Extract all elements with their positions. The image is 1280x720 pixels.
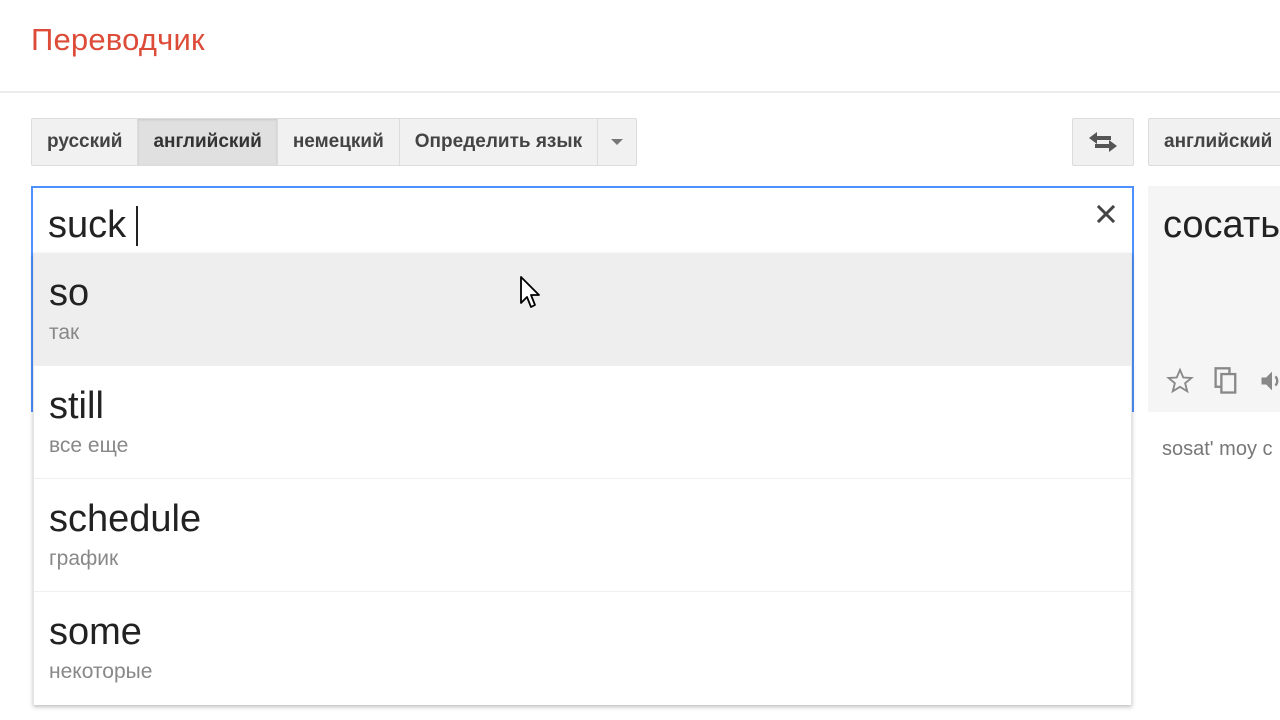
source-input[interactable]: suck [48, 204, 139, 247]
star-icon[interactable] [1166, 367, 1194, 395]
suggestion-item[interactable]: still все еще [34, 366, 1131, 479]
suggestion-translation: все еще [49, 434, 129, 457]
close-icon [1096, 204, 1116, 224]
suggestion-word: so [49, 272, 90, 314]
result-toolbar [1166, 366, 1280, 396]
transliteration-text: sosat' moy c [1162, 438, 1273, 460]
copy-icon[interactable] [1212, 366, 1240, 396]
suggestion-word: schedule [49, 498, 202, 540]
source-input-value: suck [48, 204, 127, 246]
swap-arrows-icon [1089, 132, 1117, 152]
lang-button-german[interactable]: немецкий [278, 119, 400, 165]
suggestion-translation: так [49, 321, 80, 344]
suggestion-word: still [49, 385, 104, 427]
translation-result-panel: сосать [1148, 186, 1280, 412]
target-lang-button-english[interactable]: английский [1149, 119, 1280, 165]
translation-result: сосать [1163, 204, 1280, 246]
header-divider [0, 91, 1280, 93]
suggestion-item[interactable]: some некоторые [34, 592, 1131, 705]
target-language-bar: английский [1148, 118, 1280, 166]
suggestion-translation: график [49, 547, 119, 570]
page-title: Переводчик [31, 22, 205, 57]
suggestion-word: some [49, 611, 142, 653]
suggestion-item[interactable]: schedule график [34, 479, 1131, 592]
lang-button-english[interactable]: английский [138, 119, 278, 165]
swap-languages-button[interactable] [1072, 118, 1134, 166]
speaker-icon[interactable] [1258, 367, 1280, 395]
source-language-dropdown-button[interactable] [598, 119, 636, 165]
suggestion-translation: некоторые [49, 660, 153, 683]
text-caret [136, 205, 139, 246]
clear-button[interactable] [1094, 202, 1118, 226]
suggestions-dropdown: so так still все еще schedule график som… [33, 253, 1132, 705]
source-language-bar: русский английский немецкий Определить я… [31, 118, 638, 166]
suggestion-item[interactable]: so так [34, 253, 1131, 366]
lang-button-russian[interactable]: русский [32, 119, 139, 165]
chevron-down-icon [611, 139, 624, 145]
lang-button-detect[interactable]: Определить язык [400, 119, 599, 165]
